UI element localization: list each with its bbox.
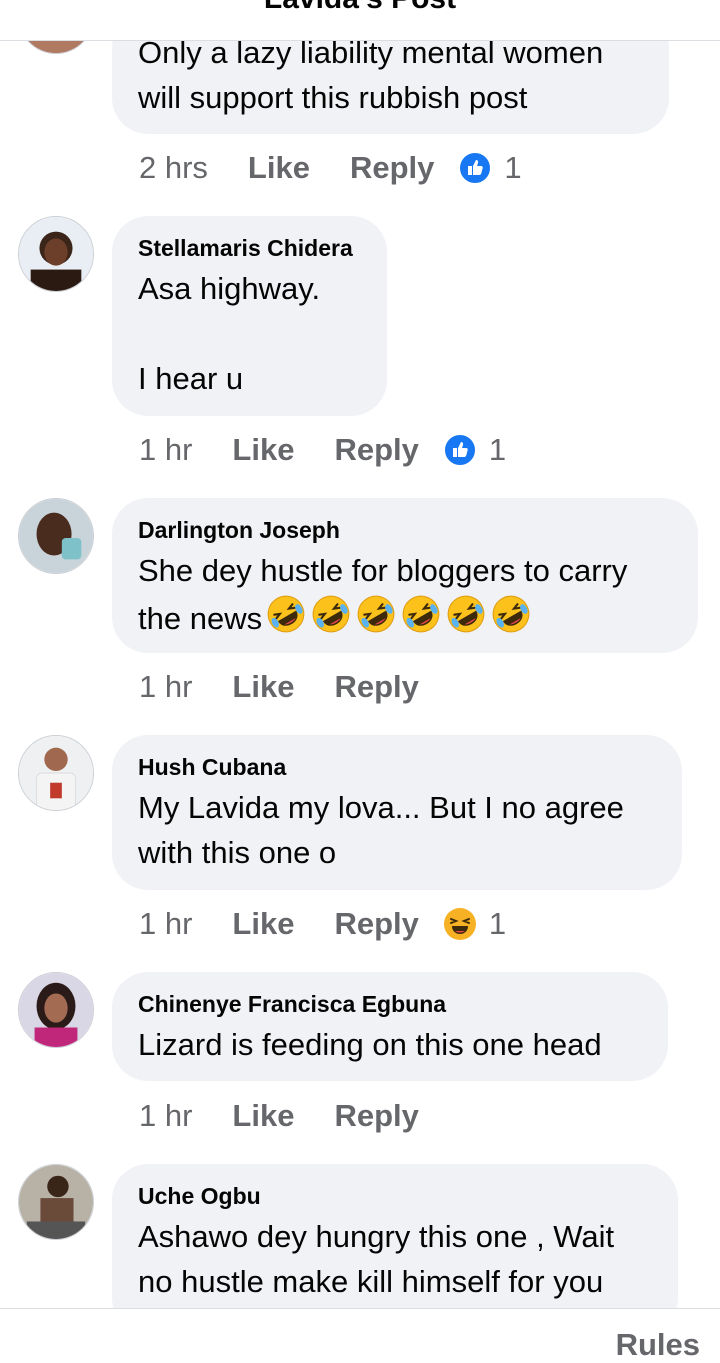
comment-text: My Lavida my lova... But I no agree with… bbox=[138, 790, 624, 870]
post-title: Lavida's Post bbox=[0, 0, 720, 16]
comment-time: 1 hr bbox=[139, 1098, 193, 1133]
like-button[interactable]: Like bbox=[232, 1098, 294, 1134]
comment-actions: 1 hr Like Reply bbox=[139, 1096, 459, 1136]
comment-time: 1 hr bbox=[139, 432, 193, 467]
comment-author[interactable]: Darlington Joseph bbox=[138, 516, 672, 544]
rolling-on-floor-laughing-icon bbox=[447, 595, 485, 633]
comment-actions: 2 hrs Like Reply 1 bbox=[139, 148, 522, 188]
reaction-count: 1 bbox=[504, 150, 522, 185]
comment-bubble: Hush Cubana My Lavida my lova... But I n… bbox=[112, 735, 682, 890]
post-header: Lavida's Post bbox=[0, 0, 720, 41]
avatar[interactable] bbox=[18, 216, 94, 292]
comment-bubble: Darlington Joseph She dey hustle for blo… bbox=[112, 498, 698, 653]
like-icon bbox=[442, 433, 477, 467]
comment-text: Lizard is feeding on this one head bbox=[138, 1027, 602, 1062]
avatar[interactable] bbox=[18, 498, 94, 574]
comment-bubble: Stellamaris Chidera Asa highway. I hear … bbox=[112, 216, 387, 416]
comment-actions: 1 hr Like Reply 1 bbox=[139, 430, 506, 470]
reaction-summary[interactable]: 1 bbox=[443, 906, 506, 942]
reaction-summary[interactable]: 1 bbox=[442, 432, 507, 468]
comment-time: 1 hr bbox=[139, 906, 193, 941]
reaction-count: 1 bbox=[488, 906, 507, 941]
reply-button[interactable]: Reply bbox=[334, 1098, 418, 1134]
comment-actions: 1 hr Like Reply 1 bbox=[139, 904, 506, 944]
comment-author[interactable]: Uche Ogbu bbox=[138, 1182, 652, 1210]
reply-button[interactable]: Reply bbox=[350, 150, 434, 186]
comment-time: 1 hr bbox=[139, 669, 193, 704]
like-icon bbox=[458, 151, 493, 185]
rolling-on-floor-laughing-icon bbox=[402, 595, 440, 633]
comment-text: Ashawo dey hungry this one , Wait no hus… bbox=[138, 1219, 615, 1299]
comment-bubble: Chinenye Francisca Egbuna Lizard is feed… bbox=[112, 972, 668, 1081]
like-button[interactable]: Like bbox=[232, 906, 294, 942]
comments-footer: Rules bbox=[0, 1308, 720, 1362]
comment-time: 2 hrs bbox=[139, 150, 208, 185]
comment-author[interactable]: Stellamaris Chidera bbox=[138, 234, 361, 262]
emoji-group bbox=[262, 593, 532, 635]
comment-text: Asa highway. I hear u bbox=[138, 271, 321, 396]
comment-actions: 1 hr Like Reply bbox=[139, 667, 459, 707]
avatar[interactable] bbox=[18, 1164, 94, 1240]
comment-author[interactable]: Chinenye Francisca Egbuna bbox=[138, 990, 642, 1018]
rolling-on-floor-laughing-icon bbox=[312, 595, 350, 633]
rolling-on-floor-laughing-icon bbox=[267, 595, 305, 633]
avatar[interactable] bbox=[18, 735, 94, 811]
rolling-on-floor-laughing-icon bbox=[357, 595, 395, 633]
like-button[interactable]: Like bbox=[232, 669, 294, 705]
reaction-count: 1 bbox=[488, 432, 507, 467]
reply-button[interactable]: Reply bbox=[334, 906, 418, 942]
reply-button[interactable]: Reply bbox=[334, 669, 418, 705]
like-button[interactable]: Like bbox=[232, 432, 294, 468]
comment-text: Only a lazy liability mental women will … bbox=[138, 35, 604, 115]
reaction-summary[interactable]: 1 bbox=[458, 150, 522, 186]
haha-icon bbox=[443, 908, 476, 940]
like-button[interactable]: Like bbox=[248, 150, 310, 186]
reply-button[interactable]: Reply bbox=[334, 432, 418, 468]
avatar[interactable] bbox=[18, 972, 94, 1048]
comment-author[interactable]: Hush Cubana bbox=[138, 753, 656, 781]
comment-text: She dey hustle for bloggers to carry the… bbox=[138, 548, 672, 641]
rolling-on-floor-laughing-icon bbox=[492, 595, 530, 633]
